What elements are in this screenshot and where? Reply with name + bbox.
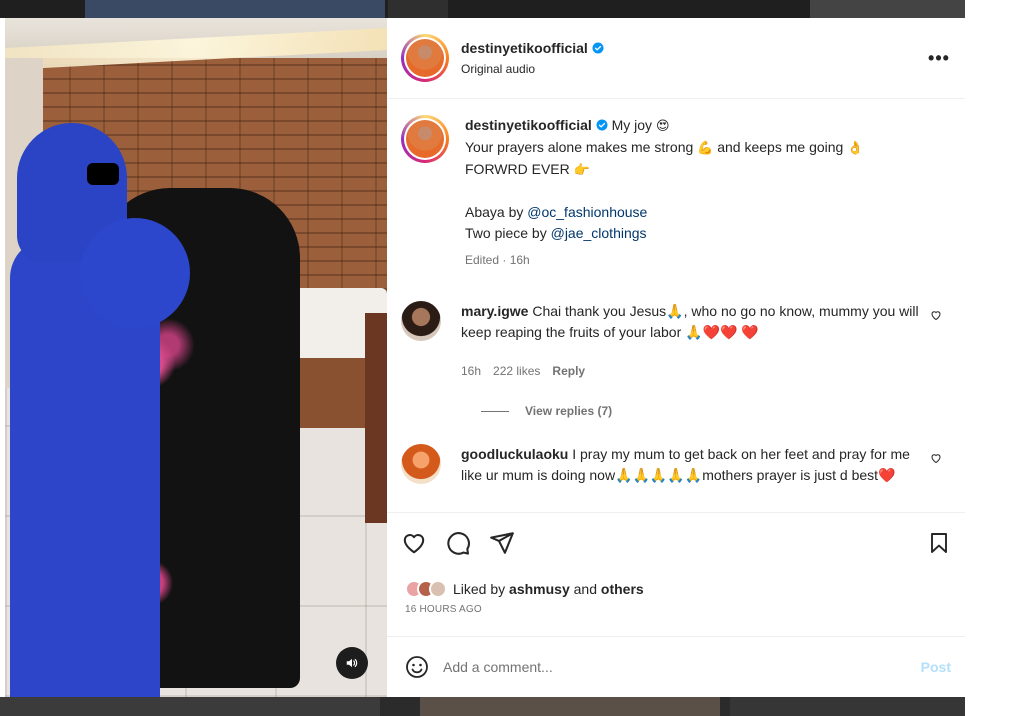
more-icon: ••• (928, 47, 950, 68)
post-comment-button[interactable]: Post (921, 659, 951, 675)
video-frame-chair (365, 313, 387, 523)
liked-by-others[interactable]: others (601, 581, 644, 597)
heart-eyes-emoji: 😍 (655, 119, 670, 134)
heart-icon (931, 454, 941, 464)
sound-icon (346, 658, 358, 668)
commenter-username[interactable]: goodluckulaoku (461, 446, 568, 462)
verified-badge-icon (596, 119, 608, 131)
author-avatar[interactable] (401, 34, 449, 82)
background-feed-top (0, 0, 965, 18)
liked-by-prefix: Liked by (453, 581, 506, 597)
twopiece-credit: Two piece by (465, 225, 547, 241)
save-button[interactable] (915, 525, 951, 561)
caption-line2b: and keeps me going (717, 139, 844, 155)
abaya-credit: Abaya by (465, 204, 524, 220)
video-frame-sunglasses (87, 163, 119, 185)
comment-item: goodluckulaoku I pray my mum to get back… (401, 444, 951, 486)
emoji-icon (406, 656, 428, 678)
post-modal: destinyetikoofficial Original audio ••• (5, 18, 965, 697)
sound-toggle-button[interactable] (336, 647, 368, 679)
caption-meta: Edited · 16h (465, 253, 530, 267)
flexed-biceps-emoji: 💪 (697, 141, 714, 156)
bookmark-icon (931, 532, 947, 553)
comment-icon (447, 531, 470, 555)
comment-likes[interactable]: 222 likes (493, 361, 540, 382)
post-header: destinyetikoofficial Original audio ••• (387, 18, 965, 99)
comment-like-button[interactable] (921, 444, 951, 486)
commenter-avatar[interactable] (401, 444, 441, 484)
comment-time[interactable]: 16h (461, 361, 481, 382)
comment-input[interactable] (443, 659, 921, 675)
pointing-right-emoji: 👉 (573, 163, 590, 178)
author-username-text[interactable]: destinyetikoofficial (461, 40, 588, 56)
video-frame-arm (80, 218, 190, 328)
commenter-username[interactable]: mary.igwe (461, 303, 528, 319)
emoji-picker-button[interactable] (403, 653, 431, 681)
comment-like-button[interactable] (921, 301, 951, 382)
mention-oc-fashionhouse[interactable]: @oc_fashionhouse (527, 204, 647, 220)
liked-by-user[interactable]: ashmusy (509, 581, 570, 597)
share-icon (490, 531, 514, 554)
caption-username[interactable]: destinyetikoofficial (465, 117, 592, 133)
caption-line1: My joy (611, 117, 653, 133)
post-timestamp[interactable]: 16 HOURS AGO (387, 598, 965, 615)
author-username[interactable]: destinyetikoofficial (461, 40, 604, 56)
verified-badge-icon (592, 42, 604, 54)
mention-jae-clothings[interactable]: @jae_clothings (551, 225, 647, 241)
share-button[interactable] (489, 525, 525, 561)
background-feed-bottom (0, 697, 965, 716)
add-comment-bar: Post (387, 636, 965, 697)
liked-by-joiner: and (573, 581, 597, 597)
caption-avatar[interactable] (401, 115, 449, 163)
more-options-button[interactable]: ••• (913, 38, 965, 78)
comment-text: Chai thank you Jesus🙏, who no go no know… (461, 303, 919, 340)
heart-icon (931, 311, 941, 321)
post-caption: destinyetikoofficial My joy 😍 Your praye… (401, 115, 951, 271)
liker-avatars[interactable] (405, 580, 447, 598)
comment-meta: 16h 222 likes Reply (461, 361, 921, 382)
comment-button[interactable] (445, 525, 481, 561)
post-actions-bar (387, 512, 965, 572)
caption-line2a: Your prayers alone makes me strong (465, 139, 694, 155)
comments-list[interactable]: destinyetikoofficial My joy 😍 Your praye… (387, 99, 965, 517)
ok-hand-emoji: 👌 (847, 141, 864, 156)
commenter-avatar[interactable] (401, 301, 441, 341)
audio-label[interactable]: Original audio (461, 62, 913, 76)
post-details-panel: destinyetikoofficial Original audio ••• (387, 18, 965, 697)
view-replies-button[interactable]: View replies (7) (481, 404, 951, 418)
view-replies-label: View replies (7) (525, 404, 613, 418)
view-replies-line (481, 410, 509, 412)
comment-item: mary.igwe Chai thank you Jesus🙏, who no … (401, 301, 951, 382)
heart-icon (403, 533, 425, 553)
like-button[interactable] (401, 525, 437, 561)
post-video[interactable] (5, 18, 387, 697)
liked-by-row: Liked by ashmusy and others (387, 574, 965, 598)
caption-line3: FORWRD EVER (465, 161, 570, 177)
reply-button[interactable]: Reply (552, 361, 585, 382)
